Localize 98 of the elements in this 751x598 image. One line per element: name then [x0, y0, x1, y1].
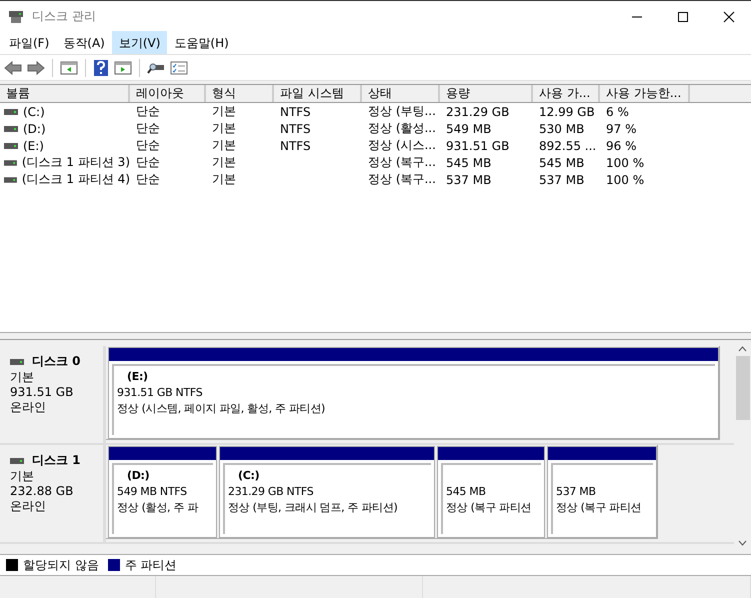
table-cell: 정상 (복구... — [368, 154, 436, 171]
column-header[interactable]: 용량 — [440, 85, 533, 102]
disk-status: 온라인 — [10, 400, 47, 415]
table-cell: 231.29 GB — [446, 104, 510, 118]
partition-block[interactable]: (E:) 931.51 GB NTFS 정상 (시스템, 페이지 파일, 활성, 주 파티션) — [108, 347, 719, 439]
table-cell: 정상 (부팅... — [368, 103, 436, 120]
drive-icon — [4, 126, 18, 132]
disk-type: 기본 — [10, 469, 35, 484]
legend-label: 할당되지 않음 — [23, 556, 99, 574]
maximize-icon[interactable] — [677, 10, 689, 22]
partition-status: 정상 (활성, 주 파 — [117, 500, 200, 516]
table-cell: NTFS — [280, 138, 311, 152]
drive-icon — [10, 458, 24, 464]
partition-size: 537 MB — [556, 484, 597, 500]
menu-item[interactable]: 동작(A) — [56, 30, 112, 56]
partition-size: 545 MB — [446, 484, 487, 500]
disk-size: 931.51 GB — [10, 385, 74, 400]
table-cell: 537 MB — [446, 172, 492, 186]
table-cell: 12.99 GB — [539, 104, 595, 118]
table-cell: 537 MB — [539, 172, 584, 186]
column-header[interactable]: 파일 시스템 — [274, 85, 362, 102]
table-cell: NTFS — [280, 104, 311, 118]
window-title: 디스크 관리 — [32, 8, 96, 25]
column-header[interactable]: 레이아웃 — [130, 85, 206, 102]
partition-block[interactable]: 545 MB 정상 (복구 파티션 — [437, 446, 545, 538]
checklist-icon[interactable] — [170, 60, 188, 76]
panel-icon[interactable] — [114, 60, 132, 76]
table-cell: 100 % — [606, 172, 644, 186]
partition-status: 정상 (부팅, 크래시 덤프, 주 파티션) — [228, 500, 398, 516]
table-cell: 931.51 GB — [446, 138, 510, 152]
partition-status: 정상 (복구 파티션 — [556, 500, 642, 516]
column-header[interactable]: 상태 — [362, 85, 440, 102]
partition-label: (C:) — [237, 468, 260, 484]
help-icon[interactable] — [93, 58, 109, 76]
table-cell: 100 % — [606, 156, 644, 170]
disk-name: 디스크 1 — [32, 453, 81, 468]
table-cell: 6 % — [606, 104, 629, 118]
partition-size: 231.29 GB NTFS — [228, 484, 314, 500]
drive-icon — [4, 142, 18, 148]
table-cell: 97 % — [606, 122, 636, 136]
drive-icon — [4, 160, 17, 166]
table-cell: 정상 (시스... — [368, 137, 436, 154]
drive-icon — [4, 176, 17, 182]
legend-label: 주 파티션 — [124, 556, 177, 574]
table-cell: 545 MB — [446, 156, 492, 170]
partition-label: (E:) — [126, 369, 149, 385]
scroll-down-icon[interactable] — [738, 540, 747, 546]
table-cell: 기본 — [212, 137, 236, 154]
partition-size: 549 MB NTFS — [117, 484, 188, 500]
menu-item[interactable]: 파일(F) — [2, 30, 56, 56]
column-header[interactable]: 사용 가... — [533, 85, 600, 102]
table-cell: 단순 — [136, 120, 160, 137]
column-header[interactable]: 볼륨 — [0, 85, 130, 102]
disk-type: 기본 — [10, 370, 35, 385]
table-cell: (디스크 1 파티션 3) — [22, 154, 130, 171]
table-cell: 정상 (복구... — [368, 171, 436, 188]
menu-item[interactable]: 보기(V) — [112, 30, 168, 56]
table-cell: 기본 — [212, 171, 236, 188]
column-header[interactable]: 형식 — [206, 85, 274, 102]
table-cell: 기본 — [212, 120, 236, 137]
table-cell: (E:) — [23, 138, 44, 152]
table-cell: 정상 (활성... — [368, 120, 436, 137]
table-cell: 549 MB — [446, 122, 492, 136]
close-icon[interactable] — [723, 10, 735, 22]
disk-name: 디스크 0 — [32, 354, 81, 369]
table-cell: (디스크 1 파티션 4) — [22, 171, 130, 188]
table-cell: 기본 — [212, 154, 236, 171]
table-cell: 기본 — [212, 103, 236, 120]
menu-item[interactable]: 도움말(H) — [167, 30, 236, 56]
table-cell: 96 % — [606, 138, 636, 152]
partition-size: 931.51 GB NTFS — [117, 385, 204, 401]
disk-size: 232.88 GB — [10, 484, 74, 499]
disk-status: 온라인 — [10, 499, 47, 514]
table-cell: 단순 — [136, 103, 160, 120]
partition-status: 정상 (복구 파티션 — [446, 500, 532, 516]
table-cell: 892.55 ... — [539, 138, 596, 152]
back-arrow-icon[interactable] — [4, 60, 22, 76]
scrollbar-thumb[interactable] — [736, 356, 750, 420]
scroll-up-icon[interactable] — [738, 346, 747, 352]
disk-app-icon — [8, 10, 24, 24]
column-header[interactable]: 사용 가능한... — [600, 85, 690, 102]
partition-block[interactable]: 537 MB 정상 (복구 파티션 — [547, 446, 657, 538]
table-cell: 단순 — [136, 137, 160, 154]
table-cell: 단순 — [136, 154, 160, 171]
table-cell: 단순 — [136, 171, 160, 188]
table-cell: NTFS — [280, 122, 311, 136]
partition-block[interactable]: (D:) 549 MB NTFS 정상 (활성, 주 파 — [108, 446, 217, 538]
table-cell: (D:) — [23, 122, 46, 136]
forward-arrow-icon[interactable] — [27, 60, 45, 76]
drive-icon — [4, 108, 18, 114]
panel-icon[interactable] — [60, 60, 78, 76]
table-cell: 530 MB — [539, 122, 584, 136]
table-cell: (C:) — [23, 104, 45, 118]
drive-icon — [10, 358, 24, 364]
table-cell: 545 MB — [539, 156, 584, 170]
partition-status: 정상 (시스템, 페이지 파일, 활성, 주 파티션) — [117, 401, 326, 417]
partition-label: (D:) — [126, 468, 150, 484]
partition-block[interactable]: (C:) 231.29 GB NTFS 정상 (부팅, 크래시 덤프, 주 파티션) — [219, 446, 435, 538]
